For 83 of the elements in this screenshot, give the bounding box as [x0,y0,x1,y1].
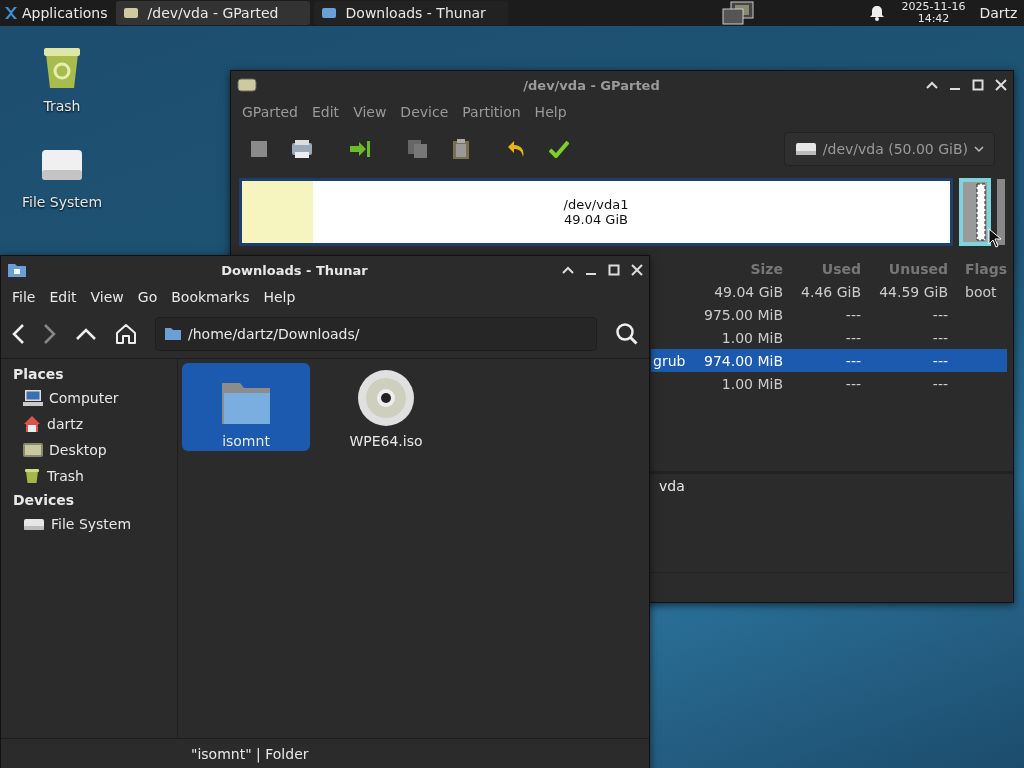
table-cell-text: --- [844,329,861,346]
sidebar-item[interactable]: Computer [7,385,171,411]
folder-item[interactable]: isomnt [182,363,310,451]
device-dropdown[interactable]: /dev/vda (50.00 GiB) [783,132,995,166]
menu-item[interactable]: GParted [242,104,298,120]
location-field[interactable]: /home/dartz/Downloads/ [155,317,597,351]
menu-item[interactable]: File [12,289,36,305]
forward-icon[interactable] [43,323,57,345]
table-cell-text: 44.59 GiB [878,283,948,300]
table-cell-text: 975.00 MiB [703,306,783,323]
clock[interactable]: 2025-11-16 14:42 [901,1,966,25]
user-name[interactable]: Dartz [979,5,1018,21]
menu-item[interactable]: Help [263,289,296,305]
menu-item[interactable]: Help [534,104,567,120]
table-cell-text: --- [931,329,948,346]
close-icon[interactable] [631,264,643,276]
apply-check-icon[interactable] [549,140,569,158]
mouse-cursor [988,228,1002,248]
desktop-icon-label[interactable]: File System [21,194,103,210]
workspace-switcher-icon[interactable] [721,1,756,25]
window-title: /dev/vda - GParted [522,77,661,93]
up-icon[interactable] [75,327,97,341]
small-partition-block[interactable] [959,178,991,246]
drive-icon [23,516,45,532]
paste-icon[interactable] [451,138,471,160]
table-cell-text: --- [844,306,861,323]
notification-bell-icon[interactable] [869,5,884,21]
maximize-icon[interactable] [608,264,620,276]
status-text: "isomnt" | Folder [191,746,309,762]
table-cell-text: --- [844,352,861,369]
caret-icon [974,145,984,153]
taskbar-button[interactable]: Downloads - Thunar [313,1,508,25]
sidebar-item[interactable]: File System [7,511,171,537]
computer-icon [23,389,43,407]
sidebar-item[interactable]: Desktop [7,437,171,463]
trash-icon [23,467,41,485]
disc-icon [357,369,415,427]
menu-item[interactable]: Edit [312,104,340,120]
scrollbar[interactable] [997,179,1005,245]
sidebar-heading: Devices [12,491,76,510]
menu-item[interactable]: Device [400,104,449,120]
partition-label: /dev/vda1 49.04 GiB [562,197,630,227]
desktop-icon [23,442,43,458]
menu-item[interactable]: Go [137,289,158,305]
menu-item[interactable]: View [353,104,387,120]
table-cell-text: 49.04 GiB [713,283,783,300]
menu-item[interactable]: View [90,289,124,305]
xfce-logo-icon [4,6,18,20]
table-cell-text: 1.00 MiB [720,375,783,392]
applications-menu[interactable]: Applications [0,5,112,21]
home-icon[interactable] [115,323,137,345]
search-icon[interactable] [615,322,639,346]
desktop-icon-label[interactable]: Trash [43,98,81,114]
table-cell-text: boot [964,283,998,300]
drive-icon [794,141,817,157]
table-cell-text: grub [652,352,687,369]
copy-icon[interactable] [407,139,429,159]
sidebar-item[interactable]: Trash [7,463,171,489]
table-cell-text: --- [931,306,948,323]
table-cell-text: 1.00 MiB [720,329,783,346]
close-icon[interactable] [995,79,1007,91]
roll-up-icon[interactable] [926,80,938,90]
sidebar-heading: Places [12,365,65,384]
table-cell-text: --- [931,352,948,369]
table-cell-text: 4.46 GiB [800,283,861,300]
resize-move-icon[interactable] [349,140,371,158]
menu-item[interactable]: Bookmarks [171,289,250,305]
sidebar-item[interactable]: dartz [7,411,171,437]
window-title: Downloads - Thunar [220,262,369,278]
taskbar-button[interactable]: /dev/vda - GParted [115,1,310,25]
info-text: vda [659,478,685,494]
roll-up-icon[interactable] [562,265,574,275]
house-icon [23,415,41,433]
partition-bar[interactable]: /dev/vda1 49.04 GiB [239,178,953,246]
menu-item[interactable]: Edit [49,289,77,305]
table-cell-text: 974.00 MiB [703,352,783,369]
table-cell-text: --- [844,375,861,392]
menu-item[interactable]: Partition [462,104,521,120]
maximize-icon[interactable] [972,79,984,91]
selected-row[interactable]: grub 974.00 MiB --- --- [651,349,1007,372]
table-cell-text: --- [931,375,948,392]
back-icon[interactable] [11,323,25,345]
disc-image-item[interactable]: WPE64.iso [322,363,450,451]
